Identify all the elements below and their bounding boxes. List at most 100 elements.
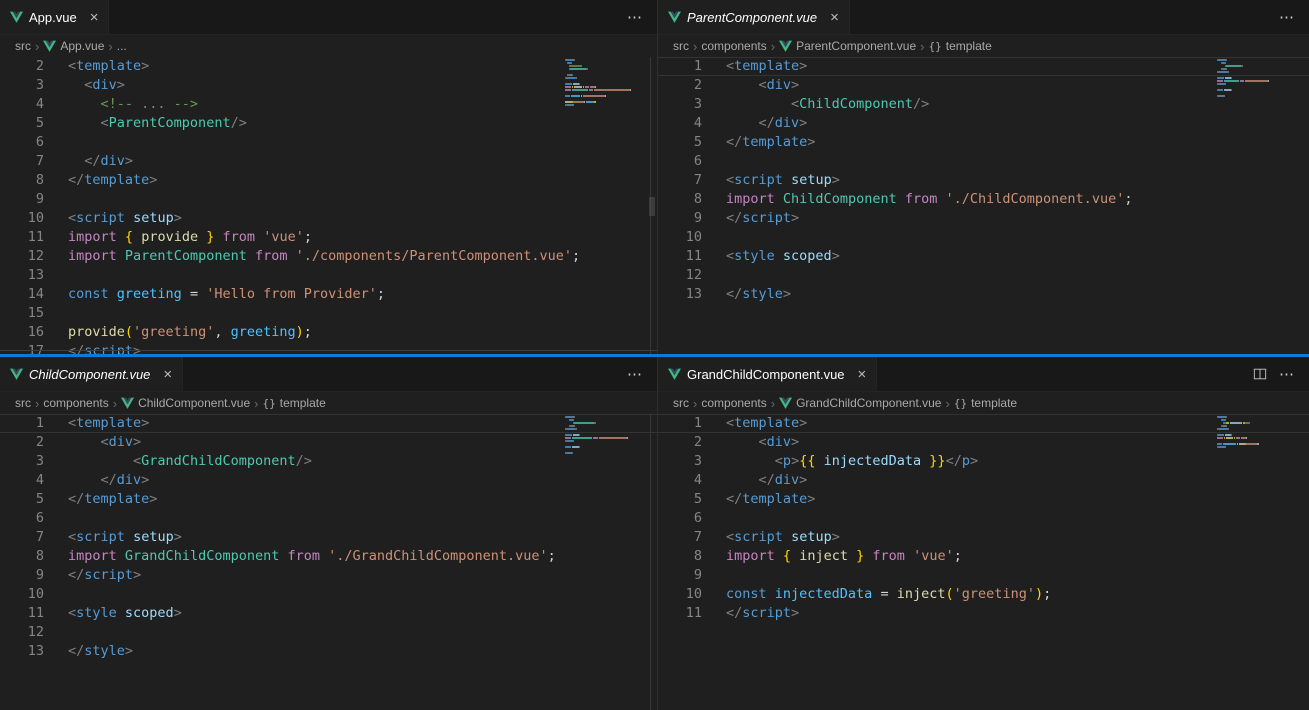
tab-parent-component[interactable]: ParentComponent.vue× (658, 0, 850, 34)
code-line[interactable]: 10const injectedData = inject('greeting'… (658, 585, 1309, 604)
code-line[interactable]: 2<template> (0, 57, 657, 76)
code-line[interactable]: 12 (0, 623, 657, 642)
code-line[interactable]: 6 (0, 509, 657, 528)
breadcrumb-item[interactable]: {}template (928, 39, 991, 53)
breadcrumb-item[interactable]: src (673, 396, 689, 410)
line-number: 9 (0, 190, 44, 209)
tab-label: ChildComponent.vue (29, 367, 150, 382)
more-actions-icon[interactable]: ⋯ (1279, 367, 1295, 382)
more-actions-icon[interactable]: ⋯ (627, 10, 643, 25)
code-line[interactable]: 11<style scoped> (0, 604, 657, 623)
code-line[interactable]: 9</script> (658, 209, 1309, 228)
breadcrumb-item[interactable]: {}template (262, 396, 325, 410)
code-line[interactable]: 17</script> (0, 342, 657, 354)
code-line[interactable]: 9 (0, 190, 657, 209)
breadcrumb-item[interactable]: GrandChildComponent.vue (779, 396, 941, 410)
code-line[interactable]: 10 (658, 228, 1309, 247)
code-line[interactable]: 8</template> (0, 171, 657, 190)
code-line-content: import { provide } from 'vue'; (68, 228, 312, 247)
code-line[interactable]: 2 <div> (658, 433, 1309, 452)
minimap[interactable] (565, 416, 643, 455)
tab-close-icon[interactable]: × (163, 367, 172, 382)
minimap-line (1217, 65, 1295, 67)
minimap[interactable] (565, 59, 643, 107)
tab-close-icon[interactable]: × (90, 10, 99, 25)
code-line[interactable]: 4 <!-- ... --> (0, 95, 657, 114)
tab-child-component[interactable]: ChildComponent.vue × (0, 357, 183, 391)
code-line[interactable]: 13 (0, 266, 657, 285)
minimap-line (1217, 428, 1295, 430)
breadcrumb-item[interactable]: ChildComponent.vue (121, 396, 250, 410)
code-line[interactable]: 3 <p>{{ injectedData }}</p> (658, 452, 1309, 471)
tab-close-icon[interactable]: × (858, 367, 867, 382)
code-line[interactable]: 5</template> (0, 490, 657, 509)
code-line[interactable]: 2 <div> (658, 76, 1309, 95)
code-line[interactable]: 11<style scoped> (658, 247, 1309, 266)
code-line[interactable]: 3 <ChildComponent/> (658, 95, 1309, 114)
code-line[interactable]: 7<script setup> (658, 528, 1309, 547)
tab-app-vue[interactable]: App.vue× (0, 0, 109, 34)
code-line[interactable]: 9 (658, 566, 1309, 585)
code-line[interactable]: 7<script setup> (658, 171, 1309, 190)
code-line[interactable]: 5</template> (658, 490, 1309, 509)
minimap[interactable] (1217, 59, 1295, 98)
editor-group-sash[interactable] (0, 354, 1309, 357)
code-line[interactable]: 3 <div> (0, 76, 657, 95)
editor-actions: ⋯ (627, 357, 657, 391)
line-number: 11 (658, 604, 702, 623)
line-number: 7 (658, 171, 702, 190)
code-line-content: <div> (726, 433, 799, 452)
code-line[interactable]: 8import { inject } from 'vue'; (658, 547, 1309, 566)
code-line[interactable]: 4 </div> (0, 471, 657, 490)
split-editor-icon[interactable] (1253, 367, 1267, 381)
code-line[interactable]: 6 (658, 152, 1309, 171)
breadcrumb-item[interactable]: src (15, 39, 31, 53)
breadcrumb-item[interactable]: components (701, 39, 766, 53)
code-line[interactable]: 10<script setup> (0, 209, 657, 228)
code-line[interactable]: 10 (0, 585, 657, 604)
code-line[interactable]: 12 (658, 266, 1309, 285)
scrollbar-slider[interactable] (649, 197, 655, 216)
breadcrumb-item[interactable]: ParentComponent.vue (779, 39, 916, 53)
tab-grandchild-component[interactable]: GrandChildComponent.vue× (658, 357, 877, 391)
code-line[interactable]: 5 <ParentComponent/> (0, 114, 657, 133)
minimap[interactable] (1217, 416, 1295, 449)
code-line[interactable]: 11import { provide } from 'vue'; (0, 228, 657, 247)
code-line[interactable]: 9</script> (0, 566, 657, 585)
code-line[interactable]: 8import ChildComponent from './ChildComp… (658, 190, 1309, 209)
breadcrumb-item[interactable]: components (701, 396, 766, 410)
code-line[interactable]: 7<script setup> (0, 528, 657, 547)
breadcrumb-item[interactable]: App.vue (43, 39, 104, 53)
more-actions-icon[interactable]: ⋯ (1279, 10, 1295, 25)
breadcrumb-item[interactable]: components (43, 396, 108, 410)
code-line[interactable]: 3 <GrandChildComponent/> (0, 452, 657, 471)
code-line[interactable]: 2 <div> (0, 433, 657, 452)
code-line[interactable]: 7 </div> (0, 152, 657, 171)
code-line[interactable]: 11</script> (658, 604, 1309, 623)
breadcrumb-item[interactable]: src (15, 396, 31, 410)
code-line[interactable]: 1<template> (658, 57, 1309, 76)
code-area: 1<template>2 <div>3 <ChildComponent/>4 <… (658, 57, 1309, 354)
code-line[interactable]: 8import GrandChildComponent from './Gran… (0, 547, 657, 566)
line-number: 4 (658, 114, 702, 133)
code-line[interactable]: 15 (0, 304, 657, 323)
breadcrumb-item[interactable]: ... (117, 39, 127, 53)
code-line-content: </div> (68, 471, 149, 490)
tab-bar: App.vue× ⋯ (0, 0, 657, 35)
code-line[interactable]: 16provide('greeting', greeting); (0, 323, 657, 342)
breadcrumb-item[interactable]: src (673, 39, 689, 53)
code-line[interactable]: 1<template> (658, 414, 1309, 433)
code-line[interactable]: 6 (658, 509, 1309, 528)
more-actions-icon[interactable]: ⋯ (627, 367, 643, 382)
breadcrumb-item[interactable]: {}template (954, 396, 1017, 410)
code-line[interactable]: 6 (0, 133, 657, 152)
code-line[interactable]: 1<template> (0, 414, 657, 433)
code-line[interactable]: 13</style> (0, 642, 657, 661)
code-line[interactable]: 5</template> (658, 133, 1309, 152)
code-line[interactable]: 13</style> (658, 285, 1309, 304)
code-line[interactable]: 4 </div> (658, 114, 1309, 133)
tab-close-icon[interactable]: × (830, 10, 839, 25)
code-line[interactable]: 4 </div> (658, 471, 1309, 490)
code-line[interactable]: 12import ParentComponent from './compone… (0, 247, 657, 266)
code-line[interactable]: 14const greeting = 'Hello from Provider'… (0, 285, 657, 304)
